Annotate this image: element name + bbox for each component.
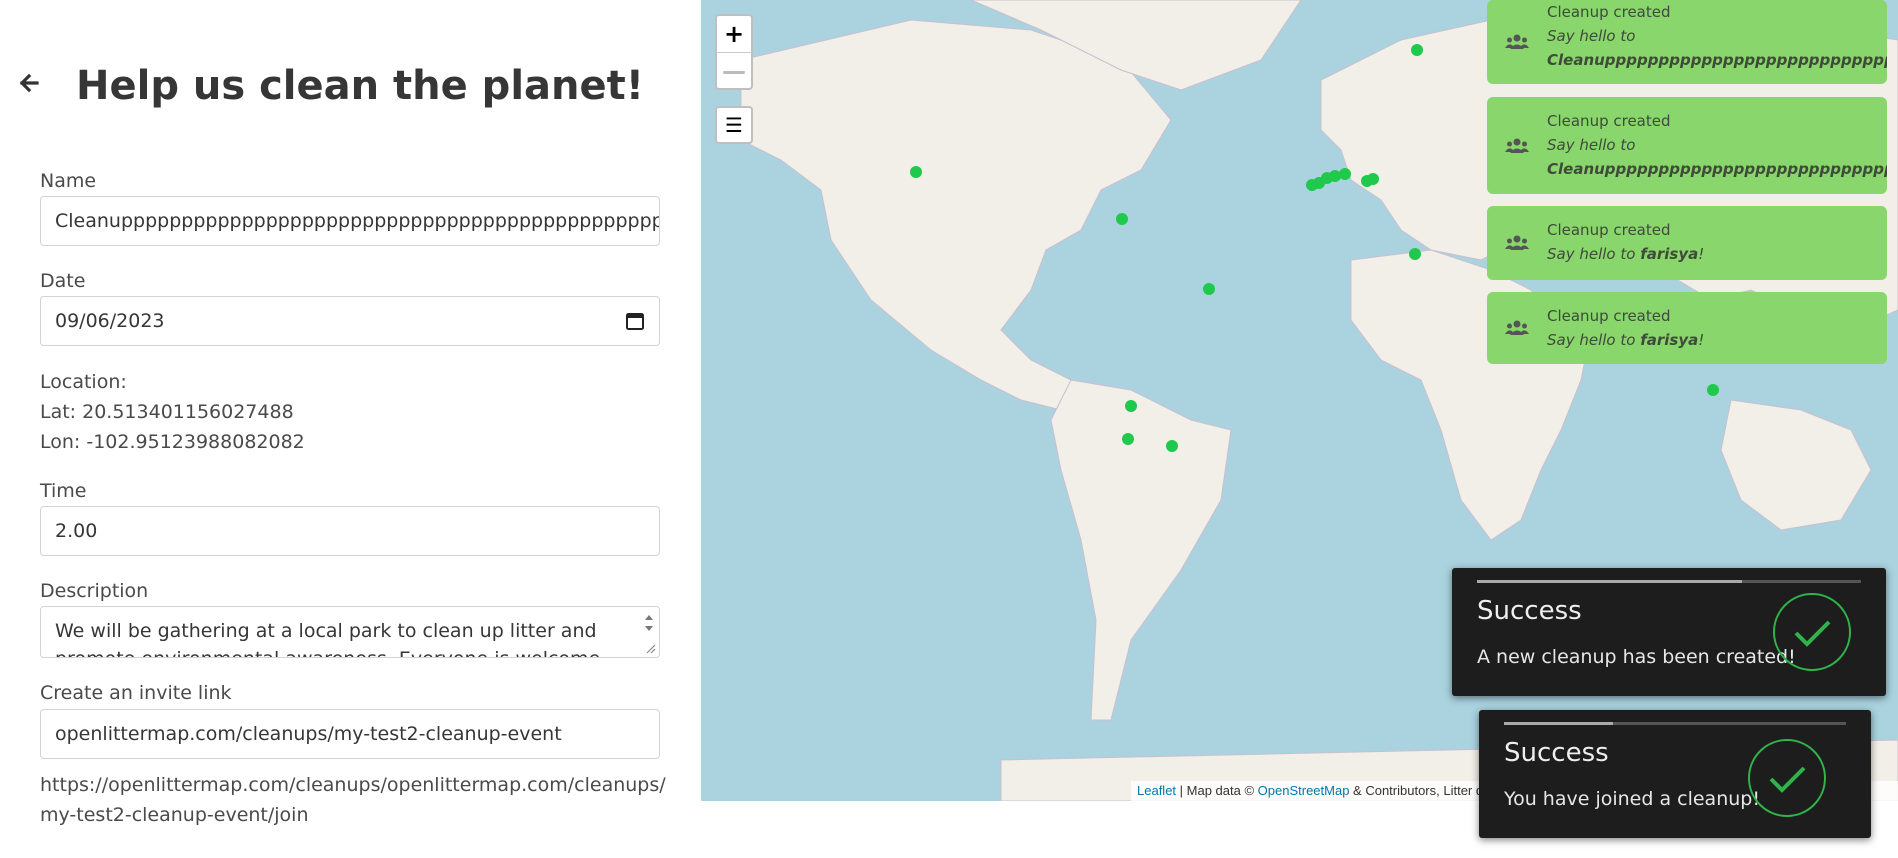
time-label: Time	[40, 480, 87, 502]
location-label: Location:	[40, 371, 127, 393]
notification-say: Say hello to	[1547, 245, 1641, 263]
toast-progress-fill	[1477, 580, 1742, 583]
cleanup-marker[interactable]	[910, 166, 922, 178]
landmass-australia	[1720, 399, 1872, 531]
cleanup-marker[interactable]	[1203, 283, 1215, 295]
description-textarea[interactable]: We will be gathering at a local park to …	[40, 606, 660, 658]
success-toast[interactable]: Success You have joined a cleanup!	[1479, 710, 1871, 838]
users-icon	[1505, 235, 1529, 250]
check-circle-icon	[1748, 739, 1826, 817]
notification-name: Cleanupppppppppppppppppppppppppppppppppp…	[1547, 51, 1887, 69]
toast-progress-track	[1504, 722, 1846, 725]
cleanup-marker[interactable]	[1329, 170, 1341, 182]
notification-title: Cleanup created	[1547, 307, 1671, 325]
description-label: Description	[40, 580, 149, 602]
success-toast[interactable]: Success A new cleanup has been created!	[1452, 568, 1886, 696]
check-circle-icon	[1773, 593, 1851, 671]
zoom-in-button[interactable]: +	[717, 16, 751, 52]
zoom-out-button[interactable]: —	[717, 52, 751, 89]
back-arrow-icon[interactable]	[18, 72, 40, 94]
openstreetmap-link[interactable]: OpenStreetMap	[1258, 783, 1350, 798]
notification-name: Cleanupppppppppppppppppppppppppppppppppp…	[1547, 160, 1887, 178]
cleanup-marker[interactable]	[1409, 248, 1421, 260]
date-input[interactable]: 09/06/2023	[40, 296, 660, 346]
landmass-north-america	[740, 19, 1172, 411]
notification-say: Say hello to	[1547, 136, 1636, 154]
users-icon	[1505, 34, 1529, 49]
toast-progress-track	[1477, 580, 1861, 583]
name-label: Name	[40, 170, 97, 192]
notification-title: Cleanup created	[1547, 3, 1671, 21]
longitude-text: Lon: -102.95123988082082	[40, 431, 305, 453]
users-icon	[1505, 320, 1529, 335]
toast-title: Success	[1477, 596, 1582, 626]
cleanup-marker[interactable]	[1306, 179, 1318, 191]
notification-card: Cleanup created Say hello to farisya!	[1487, 292, 1887, 364]
toast-message: A new cleanup has been created!	[1477, 646, 1796, 668]
cleanup-marker[interactable]	[1707, 384, 1719, 396]
date-value: 09/06/2023	[55, 310, 165, 332]
description-value: We will be gathering at a local park to …	[55, 620, 600, 657]
notification-suffix: !	[1698, 245, 1705, 263]
cleanup-marker[interactable]	[1116, 213, 1128, 225]
latitude-text: Lat: 20.513401156027488	[40, 401, 294, 423]
cleanup-marker[interactable]	[1125, 400, 1137, 412]
cleanup-marker[interactable]	[1166, 440, 1178, 452]
notification-title: Cleanup created	[1547, 112, 1671, 130]
time-input[interactable]: 2.00	[40, 506, 660, 556]
cleanup-marker[interactable]	[1122, 433, 1134, 445]
notification-card: Cleanup created Say hello to Cleanuppppp…	[1487, 0, 1887, 84]
notification-name: farisya	[1640, 331, 1699, 349]
landmass-south-america	[1050, 379, 1232, 721]
notification-card: Cleanup created Say hello to Cleanuppppp…	[1487, 97, 1887, 194]
date-label: Date	[40, 270, 86, 292]
toast-progress-fill	[1504, 722, 1614, 725]
calendar-icon[interactable]	[625, 311, 645, 331]
leaflet-link[interactable]: Leaflet	[1137, 783, 1176, 798]
attribution-separator: | Map data ©	[1176, 783, 1258, 798]
notification-name: farisya	[1640, 245, 1699, 263]
cleanup-marker[interactable]	[1367, 173, 1379, 185]
menu-button[interactable]: ☰	[715, 106, 753, 144]
textarea-scrollbar[interactable]	[641, 609, 657, 655]
cleanup-marker[interactable]	[1411, 44, 1423, 56]
toast-message: You have joined a cleanup!	[1504, 788, 1760, 810]
name-input[interactable]: Cleanupppppppppppppppppppppppppppppppppp…	[40, 196, 660, 246]
toast-title: Success	[1504, 738, 1609, 768]
create-cleanup-panel: Help us clean the planet! Name Cleanuppp…	[0, 0, 701, 858]
invite-full-link: https://openlittermap.com/cleanups/openl…	[40, 774, 666, 826]
page-title: Help us clean the planet!	[76, 63, 644, 109]
notification-card: Cleanup created Say hello to farisya!	[1487, 206, 1887, 280]
invite-link-input[interactable]: openlittermap.com/cleanups/my-test2-clea…	[40, 709, 660, 759]
notification-title: Cleanup created	[1547, 221, 1671, 239]
notification-suffix: !	[1698, 331, 1705, 349]
invite-link-label: Create an invite link	[40, 682, 232, 704]
users-icon	[1505, 138, 1529, 153]
zoom-control: + —	[715, 14, 753, 90]
cleanup-marker[interactable]	[1339, 168, 1351, 180]
notification-say: Say hello to	[1547, 331, 1641, 349]
notification-say: Say hello to	[1547, 27, 1636, 45]
